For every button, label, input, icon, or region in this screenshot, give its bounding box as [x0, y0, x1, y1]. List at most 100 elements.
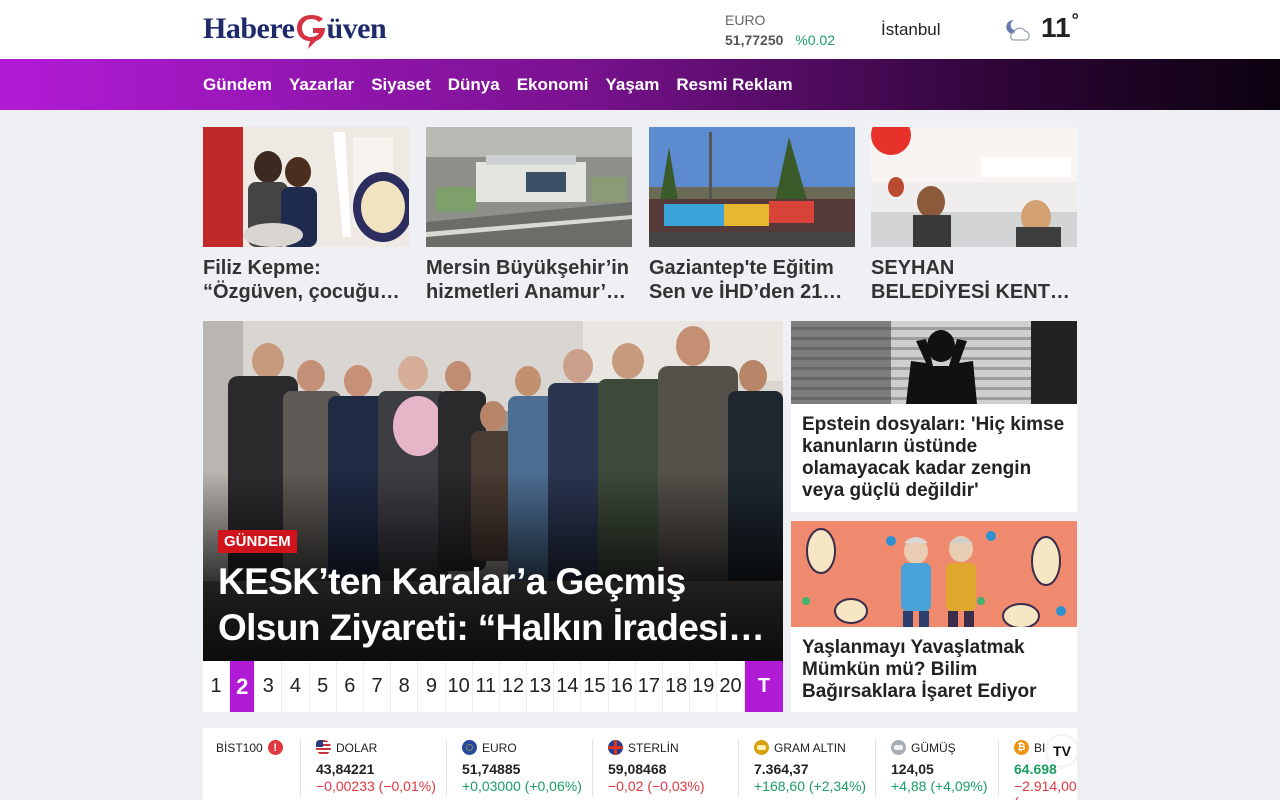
page-19[interactable]: 19 [690, 661, 718, 712]
ticker-change: −0,02 (−0,03%) [608, 778, 705, 794]
page-1[interactable]: 1 [203, 661, 231, 712]
logo-text-second: üven [326, 12, 387, 45]
page-17[interactable]: 17 [636, 661, 663, 712]
news-card-title[interactable]: Mersin Büyükşehir’in hizmetleri Anamur’a… [426, 256, 632, 304]
ticker-change: +168,60 (+2,34%) [754, 778, 867, 794]
alert-icon: ! [267, 740, 283, 755]
page-14[interactable]: 14 [554, 661, 582, 712]
page-5[interactable]: 5 [310, 661, 337, 712]
side-news-card[interactable]: Yaşlanmayı Yavaşlatmak Mümkün mü? Bilim … [791, 521, 1077, 712]
page-13[interactable]: 13 [527, 661, 555, 712]
ticker-item[interactable]: EURO 51,74885 +0,03000 (+0,06%) [462, 740, 582, 794]
ticker-divider [738, 740, 739, 796]
page-7[interactable]: 7 [364, 661, 392, 712]
ticker-item[interactable]: STERLİN 59,08468 −0,02 (−0,03%) [608, 740, 705, 794]
page-20[interactable]: 20 [717, 661, 745, 712]
ticker-divider [875, 740, 876, 796]
category-badge[interactable]: GÜNDEM [218, 530, 297, 553]
ticker-name: STERLİN [628, 740, 679, 755]
logo-speech-g-icon [294, 12, 328, 49]
currency-value: 51,77250 [725, 32, 784, 48]
news-card-image[interactable] [203, 127, 409, 247]
ticker-value: 43,84221 [316, 761, 375, 777]
nav-dunya[interactable]: Dünya [448, 75, 500, 95]
page-11[interactable]: 11 [473, 661, 500, 712]
nav-yasam[interactable]: Yaşam [606, 75, 660, 95]
page-6[interactable]: 6 [337, 661, 364, 712]
bitcoin-icon: ₿ [1014, 740, 1029, 755]
page-18[interactable]: 18 [663, 661, 691, 712]
currency-name: EURO [725, 12, 766, 28]
news-card-title[interactable]: Filiz Kepme: “Özgüven, çocuğun sağlıklı … [203, 256, 409, 304]
ticker-item[interactable]: GRAM ALTIN 7.364,37 +168,60 (+2,34%) [754, 740, 866, 794]
page-9[interactable]: 9 [418, 661, 446, 712]
site-header: Habere üven EURO 51,77250 %0.02 İstanbul… [0, 0, 1280, 59]
side-news-title[interactable]: Yaşlanmayı Yavaşlatmak Mümkün mü? Bilim … [791, 627, 1077, 703]
main-nav-bar: Gündem Yazarlar Siyaset Dünya Ekonomi Ya… [0, 59, 1280, 110]
nav-resmi-reklam[interactable]: Resmi Reklam [676, 75, 792, 95]
page-10[interactable]: 10 [446, 661, 473, 712]
weather-temp: 11 [1041, 12, 1071, 43]
ticker-divider [300, 740, 301, 796]
ticker-item[interactable]: DOLAR 43,84221 −0,00233 (−0,01%) [316, 740, 436, 794]
page-8[interactable]: 8 [391, 661, 419, 712]
tradingview-logo[interactable]: TV [1047, 736, 1077, 766]
main-nav: Gündem Yazarlar Siyaset Dünya Ekonomi Ya… [203, 59, 793, 110]
side-news-card[interactable]: Epstein dosyaları: 'Hiç kimse kanunların… [791, 321, 1077, 512]
headline-title[interactable]: KESK’ten Karalar’a Geçmiş Olsun Ziyareti… [218, 559, 773, 651]
ticker-name: EURO [482, 740, 517, 755]
page-16[interactable]: 16 [609, 661, 636, 712]
nav-siyaset[interactable]: Siyaset [371, 75, 431, 95]
site-logo[interactable]: Habere üven [203, 8, 387, 50]
ticker-divider [446, 740, 447, 796]
news-card[interactable]: Mersin Büyükşehir’in hizmetleri Anamur’a… [426, 127, 632, 304]
headline-pager: 1 2 3 4 5 6 7 8 9 10 11 12 13 14 15 16 1… [203, 661, 783, 712]
uk-flag-icon [608, 740, 623, 755]
ticker-item[interactable]: GÜMÜŞ 124,05 +4,88 (+4,09%) [891, 740, 988, 794]
ticker-value: 124,05 [891, 761, 934, 777]
side-news-image[interactable] [791, 521, 1077, 627]
ticker-name: GÜMÜŞ [911, 740, 956, 755]
market-ticker[interactable]: BİST100 ! DOLAR 43,84221 −0,00233 (−0,01… [203, 728, 1077, 800]
side-news-image[interactable] [791, 321, 1077, 404]
ticker-name: GRAM ALTIN [774, 740, 846, 755]
ticker-name: BI [1034, 740, 1046, 755]
page-4[interactable]: 4 [282, 661, 310, 712]
page-12[interactable]: 12 [500, 661, 528, 712]
news-card-image[interactable] [871, 127, 1077, 247]
page-15[interactable]: 15 [581, 661, 609, 712]
currency-change: %0.02 [795, 32, 835, 48]
news-card-image[interactable] [426, 127, 632, 247]
page-3[interactable]: 3 [255, 661, 283, 712]
news-card-title[interactable]: SEYHAN BELEDİYESİ KENT LOKANTASI yeni şu… [871, 256, 1077, 304]
logo-text-first: Habere [203, 12, 295, 45]
ticker-value: 59,08468 [608, 761, 667, 777]
nav-gundem[interactable]: Gündem [203, 75, 272, 95]
nav-yazarlar[interactable]: Yazarlar [289, 75, 354, 95]
ticker-name: BİST100 [216, 740, 263, 755]
ticker-change: −2.914,00 ( [1014, 778, 1077, 800]
news-card[interactable]: Filiz Kepme: “Özgüven, çocuğun sağlıklı … [203, 127, 409, 304]
ticker-divider [592, 740, 593, 796]
page-2[interactable]: 2 [230, 661, 256, 712]
weather-city[interactable]: İstanbul [881, 20, 941, 40]
side-news-title[interactable]: Epstein dosyaları: 'Hiç kimse kanunların… [791, 404, 1077, 502]
eu-flag-icon [462, 740, 477, 755]
ticker-name: DOLAR [336, 740, 378, 755]
ticker-item[interactable]: BİST100 ! [216, 740, 283, 755]
news-card-image[interactable] [649, 127, 855, 247]
news-card[interactable]: Gaziantep'te Eğitim Sen ve İHD’den 21 Şu… [649, 127, 855, 304]
currency-widget[interactable]: EURO 51,77250 %0.02 [725, 10, 835, 50]
headline-slider[interactable]: GÜNDEM KESK’ten Karalar’a Geçmiş Olsun Z… [203, 321, 783, 661]
weather-degree: ° [1071, 10, 1079, 30]
ticker-value: 7.364,37 [754, 761, 809, 777]
news-card-title[interactable]: Gaziantep'te Eğitim Sen ve İHD’den 21 Şu… [649, 256, 855, 304]
weather-widget[interactable]: 11 ° [1005, 10, 1079, 44]
silver-icon [891, 740, 906, 755]
partly-cloudy-night-icon [1005, 18, 1033, 44]
page-all-button[interactable]: T [745, 661, 783, 712]
nav-ekonomi[interactable]: Ekonomi [517, 75, 589, 95]
gold-icon [754, 740, 769, 755]
ticker-divider [998, 740, 999, 796]
news-card[interactable]: SEYHAN BELEDİYESİ KENT LOKANTASI yeni şu… [871, 127, 1077, 304]
